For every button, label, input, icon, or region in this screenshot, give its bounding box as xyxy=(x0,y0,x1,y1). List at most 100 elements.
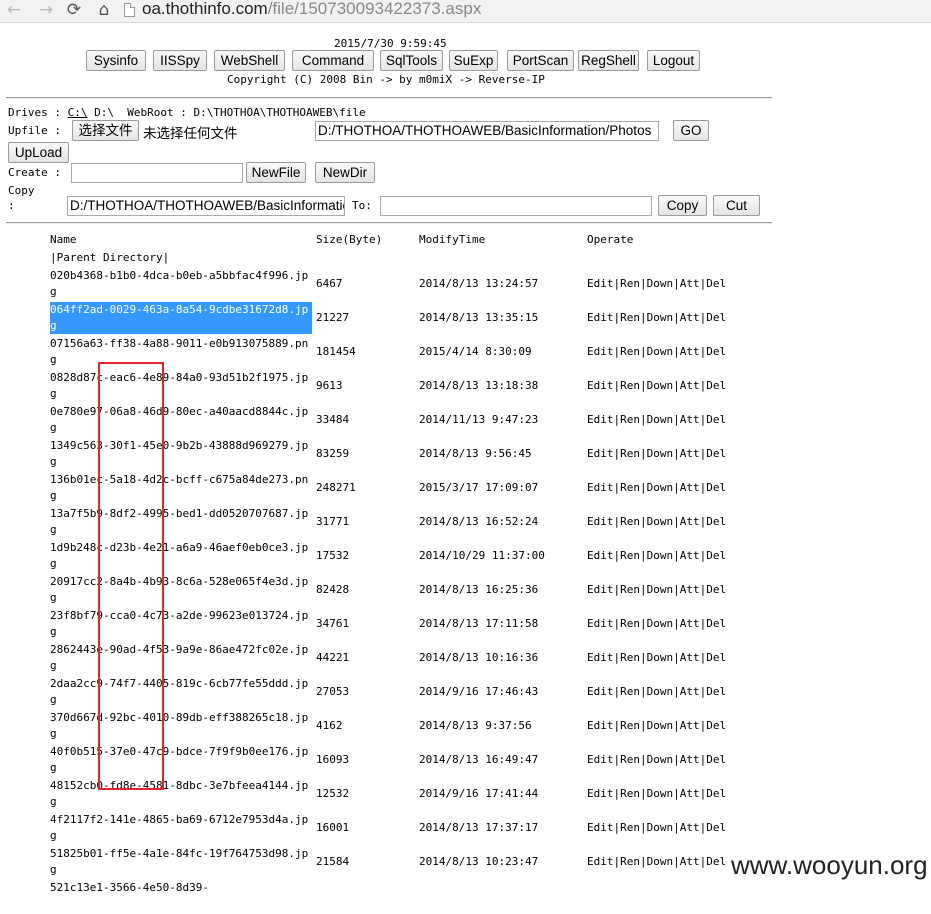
file-name-link[interactable]: 020b4368-b1b0-4dca-b0eb-a5bbfac4f996.jpg xyxy=(50,268,312,300)
op-del-link[interactable]: Del xyxy=(706,515,726,528)
file-name-link[interactable]: 23f8bf79-cca0-4c73-a2de-99623e013724.jpg xyxy=(50,608,312,640)
file-name-link[interactable]: 20917cc2-8a4b-4b93-8c6a-528e065f4e3d.jpg xyxy=(50,574,312,606)
op-att-link[interactable]: Att xyxy=(680,549,700,562)
toolbar-button-suexp[interactable]: SuExp xyxy=(449,50,498,71)
op-down-link[interactable]: Down xyxy=(647,311,674,324)
op-edit-link[interactable]: Edit xyxy=(587,719,614,732)
drive-d-link[interactable]: D:\ xyxy=(94,106,114,119)
file-name-link[interactable]: 370d667d-92bc-4010-89db-eff388265c18.jpg xyxy=(50,710,312,742)
file-name-link[interactable]: 136b01ec-5a18-4d2c-bcff-c675a84de273.png xyxy=(50,472,312,504)
op-down-link[interactable]: Down xyxy=(647,379,674,392)
op-ren-link[interactable]: Ren xyxy=(620,413,640,426)
op-att-link[interactable]: Att xyxy=(680,855,700,868)
op-att-link[interactable]: Att xyxy=(680,277,700,290)
op-edit-link[interactable]: Edit xyxy=(587,753,614,766)
op-ren-link[interactable]: Ren xyxy=(620,345,640,358)
op-edit-link[interactable]: Edit xyxy=(587,685,614,698)
op-att-link[interactable]: Att xyxy=(680,345,700,358)
drive-c-link[interactable]: C:\ xyxy=(68,106,88,119)
upload-path-input[interactable]: D:/THOTHOA/THOTHOAWEB/BasicInformation/P… xyxy=(315,121,659,141)
toolbar-button-regshell[interactable]: RegShell xyxy=(578,50,639,71)
op-del-link[interactable]: Del xyxy=(706,549,726,562)
op-del-link[interactable]: Del xyxy=(706,719,726,732)
op-edit-link[interactable]: Edit xyxy=(587,311,614,324)
file-name-link[interactable]: 40f0b515-37e0-47c9-bdce-7f9f9b0ee176.jpg xyxy=(50,744,312,776)
op-ren-link[interactable]: Ren xyxy=(620,855,640,868)
op-down-link[interactable]: Down xyxy=(647,685,674,698)
op-att-link[interactable]: Att xyxy=(680,413,700,426)
choose-file-button[interactable]: 选择文件 xyxy=(72,120,139,141)
op-down-link[interactable]: Down xyxy=(647,787,674,800)
file-name-link[interactable]: 2862443e-90ad-4f53-9a9e-86ae472fc02e.jpg xyxy=(50,642,312,674)
op-down-link[interactable]: Down xyxy=(647,583,674,596)
op-edit-link[interactable]: Edit xyxy=(587,787,614,800)
cut-button[interactable]: Cut xyxy=(713,195,760,216)
upload-button[interactable]: UpLoad xyxy=(8,142,69,163)
op-del-link[interactable]: Del xyxy=(706,277,726,290)
op-down-link[interactable]: Down xyxy=(647,549,674,562)
op-edit-link[interactable]: Edit xyxy=(587,413,614,426)
op-ren-link[interactable]: Ren xyxy=(620,719,640,732)
toolbar-button-portscan[interactable]: PortScan xyxy=(507,50,574,71)
op-del-link[interactable]: Del xyxy=(706,855,726,868)
op-att-link[interactable]: Att xyxy=(680,787,700,800)
op-del-link[interactable]: Del xyxy=(706,481,726,494)
op-ren-link[interactable]: Ren xyxy=(620,311,640,324)
forward-icon[interactable]: → xyxy=(34,0,58,22)
reload-icon[interactable]: ⟳ xyxy=(62,0,86,22)
toolbar-button-command[interactable]: Command xyxy=(292,50,374,71)
newdir-button[interactable]: NewDir xyxy=(315,162,375,183)
op-down-link[interactable]: Down xyxy=(647,719,674,732)
op-att-link[interactable]: Att xyxy=(680,821,700,834)
file-name-link[interactable]: 1349c563-30f1-45e0-9b2b-43888d969279.jpg xyxy=(50,438,312,470)
op-edit-link[interactable]: Edit xyxy=(587,583,614,596)
go-button[interactable]: GO xyxy=(673,120,709,141)
op-del-link[interactable]: Del xyxy=(706,311,726,324)
op-down-link[interactable]: Down xyxy=(647,855,674,868)
op-ren-link[interactable]: Ren xyxy=(620,379,640,392)
op-edit-link[interactable]: Edit xyxy=(587,345,614,358)
op-ren-link[interactable]: Ren xyxy=(620,787,640,800)
op-down-link[interactable]: Down xyxy=(647,277,674,290)
toolbar-button-sysinfo[interactable]: Sysinfo xyxy=(86,50,146,71)
op-down-link[interactable]: Down xyxy=(647,345,674,358)
file-name-link[interactable]: 13a7f5b9-8df2-4995-bed1-dd0520707687.jpg xyxy=(50,506,312,538)
home-icon[interactable]: ⌂ xyxy=(92,0,116,22)
op-att-link[interactable]: Att xyxy=(680,617,700,630)
op-ren-link[interactable]: Ren xyxy=(620,583,640,596)
op-ren-link[interactable]: Ren xyxy=(620,753,640,766)
op-ren-link[interactable]: Ren xyxy=(620,481,640,494)
op-edit-link[interactable]: Edit xyxy=(587,515,614,528)
op-del-link[interactable]: Del xyxy=(706,685,726,698)
op-att-link[interactable]: Att xyxy=(680,685,700,698)
op-edit-link[interactable]: Edit xyxy=(587,617,614,630)
op-edit-link[interactable]: Edit xyxy=(587,481,614,494)
op-edit-link[interactable]: Edit xyxy=(587,277,614,290)
op-att-link[interactable]: Att xyxy=(680,311,700,324)
file-name-link[interactable]: 2daa2cc9-74f7-4405-819c-6cb77fe55ddd.jpg xyxy=(50,676,312,708)
op-edit-link[interactable]: Edit xyxy=(587,549,614,562)
op-edit-link[interactable]: Edit xyxy=(587,821,614,834)
parent-directory-link[interactable]: |Parent Directory| xyxy=(50,251,169,264)
file-name-link[interactable]: 4f2117f2-141e-4865-ba69-6712e7953d4a.jpg xyxy=(50,812,312,844)
create-name-input[interactable] xyxy=(71,163,243,183)
back-icon[interactable]: ← xyxy=(2,0,26,22)
file-name-link[interactable]: 51825b01-ff5e-4a1e-84fc-19f764753d98.jpg xyxy=(50,846,312,878)
op-edit-link[interactable]: Edit xyxy=(587,447,614,460)
newfile-button[interactable]: NewFile xyxy=(246,162,306,183)
copy-to-input[interactable] xyxy=(380,196,652,216)
op-edit-link[interactable]: Edit xyxy=(587,651,614,664)
op-del-link[interactable]: Del xyxy=(706,753,726,766)
op-down-link[interactable]: Down xyxy=(647,651,674,664)
toolbar-button-iisspy[interactable]: IISSpy xyxy=(153,50,207,71)
file-name-link[interactable]: 0e780e97-06a8-46d9-80ec-a40aacd8844c.jpg xyxy=(50,404,312,436)
op-ren-link[interactable]: Ren xyxy=(620,821,640,834)
op-del-link[interactable]: Del xyxy=(706,413,726,426)
op-ren-link[interactable]: Ren xyxy=(620,549,640,562)
op-del-link[interactable]: Del xyxy=(706,583,726,596)
address-bar[interactable]: oa.thothinfo.com/file/150730093422373.as… xyxy=(142,0,481,19)
op-att-link[interactable]: Att xyxy=(680,651,700,664)
op-ren-link[interactable]: Ren xyxy=(620,277,640,290)
op-del-link[interactable]: Del xyxy=(706,821,726,834)
file-name-link[interactable]: 1d9b248c-d23b-4e21-a6a9-46aef0eb0ce3.jpg xyxy=(50,540,312,572)
